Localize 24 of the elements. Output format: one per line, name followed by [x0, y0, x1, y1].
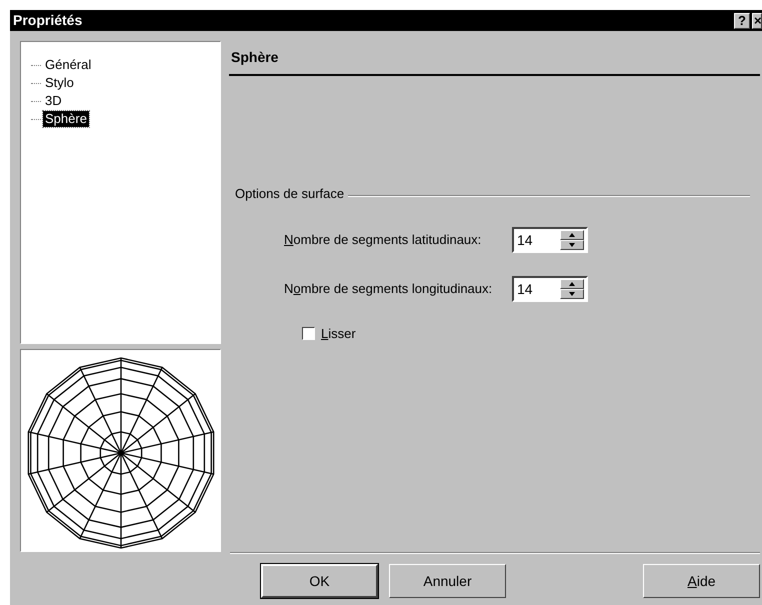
field-label: Nombre de segments longitudinaux:: [284, 280, 492, 296]
dialog-button[interactable]: OK: [261, 564, 378, 598]
checkbox-label: Lisser: [321, 324, 356, 342]
tree-item[interactable]: Sphère: [43, 111, 89, 127]
group-label: Options de surface: [235, 185, 344, 203]
window-title: Propriétés: [13, 11, 84, 30]
field-label: Nombre de segments latitudinaux:: [284, 232, 482, 247]
spin-up-button[interactable]: [560, 278, 584, 288]
close-button[interactable]: ×: [752, 12, 762, 28]
dialog-button[interactable]: Aide: [643, 564, 760, 598]
up-arrow-icon: [569, 232, 575, 236]
tree-item[interactable]: Stylo: [43, 75, 76, 91]
tree-item[interactable]: 3D: [43, 93, 64, 109]
spin-down-button[interactable]: [560, 288, 584, 298]
spin-up-button[interactable]: [560, 230, 584, 240]
checkbox[interactable]: [302, 326, 315, 340]
page-heading: Sphère: [229, 41, 760, 76]
dialog-button[interactable]: Annuler: [389, 564, 506, 598]
down-arrow-icon: [569, 292, 575, 296]
help-button[interactable]: ?: [734, 12, 750, 28]
spin-down-button[interactable]: [560, 240, 584, 250]
up-arrow-icon: [569, 282, 575, 286]
down-arrow-icon: [569, 242, 575, 246]
tree-item[interactable]: Général: [43, 57, 94, 73]
